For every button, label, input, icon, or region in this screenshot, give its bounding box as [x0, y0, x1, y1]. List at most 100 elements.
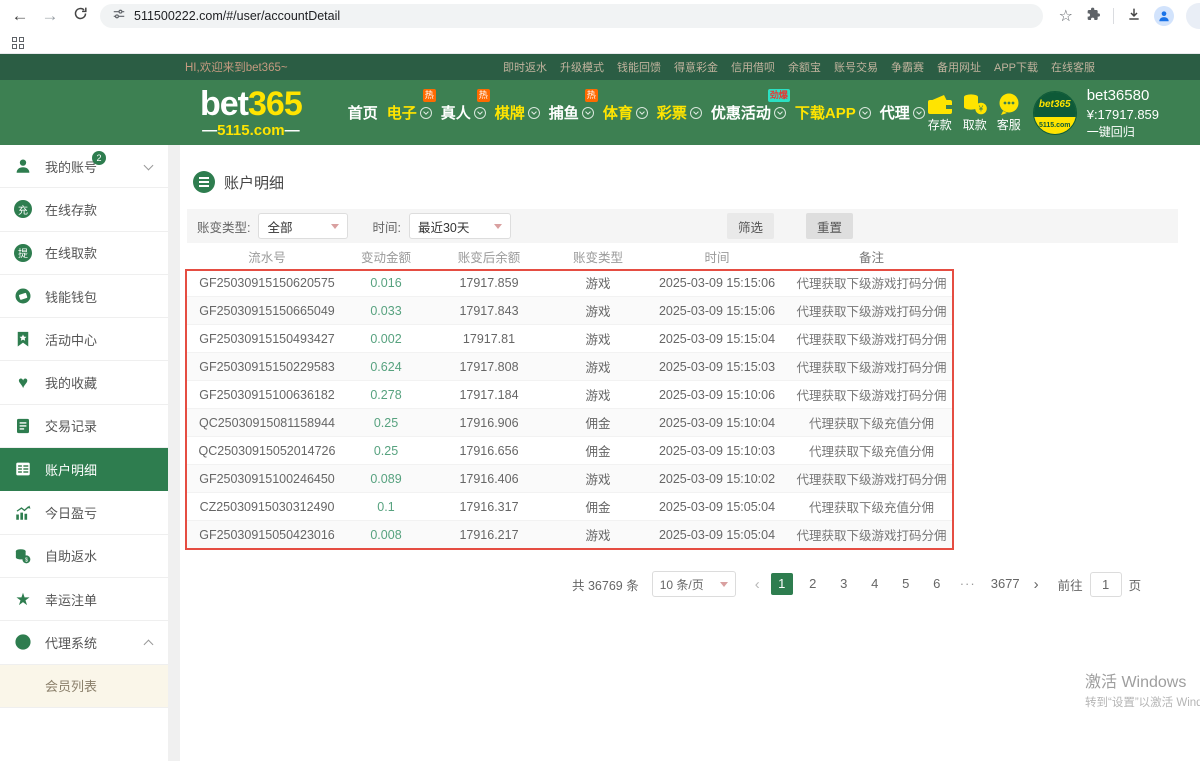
sidebar-item-member-list[interactable]: 会员列表 — [0, 665, 168, 708]
page-button[interactable]: 1 — [771, 573, 793, 595]
table-row[interactable]: GF250309151506650490.03317917.843游戏2025-… — [187, 297, 952, 325]
table-row[interactable]: GF250309150504230160.00817916.217游戏2025-… — [187, 521, 952, 549]
topbar-link[interactable]: 备用网址 — [937, 59, 981, 75]
sidebar-item-lucky-bets[interactable]: ★幸运注单 — [0, 578, 168, 621]
topbar-link[interactable]: 钱能回馈 — [617, 59, 661, 75]
nav-item-slots[interactable]: 热电子 — [385, 98, 434, 127]
goto-page-input[interactable] — [1090, 572, 1122, 597]
table-row[interactable]: GF250309151006361820.27817917.184游戏2025-… — [187, 381, 952, 409]
column-header: 账变类型 — [553, 247, 643, 266]
chevron-down-icon — [474, 107, 486, 119]
site-logo[interactable]: bet365 —5115.com— — [200, 87, 302, 138]
sidebar-item-my-favorites[interactable]: ♥我的收藏 — [0, 361, 168, 404]
forward-icon[interactable]: → — [40, 6, 60, 26]
nav-item-home[interactable]: 首页 — [346, 98, 380, 127]
nav-item-label: 电子 — [387, 102, 417, 123]
topbar-link[interactable]: 余额宝 — [788, 59, 821, 75]
back-icon[interactable]: ← — [10, 6, 30, 26]
topbar-link[interactable]: 信用借呗 — [731, 59, 775, 75]
page-button[interactable]: 3677 — [988, 573, 1023, 595]
per-page-select[interactable]: 10 条/页 — [652, 571, 736, 597]
activity-icon — [14, 330, 32, 348]
topbar-link[interactable]: 争霸赛 — [891, 59, 924, 75]
cell-time: 2025-03-09 15:05:04 — [643, 528, 791, 542]
table-row[interactable]: GF250309151504934270.00217917.81游戏2025-0… — [187, 325, 952, 353]
filter-button[interactable]: 筛选 — [727, 213, 774, 239]
page-button[interactable]: 3 — [833, 573, 855, 595]
site-header: bet365 —5115.com— 首页热电子热真人棋牌热捕鱼体育彩票 劲爆优惠活… — [0, 80, 1200, 145]
nav-item-label: 彩票 — [657, 102, 687, 123]
main-nav: 首页热电子热真人棋牌热捕鱼体育彩票 劲爆优惠活动下载APP 代理 — [346, 98, 927, 127]
next-page-icon[interactable]: › — [1032, 576, 1041, 593]
cell-remark: 代理获取下级游戏打码分佣 — [791, 273, 952, 292]
quick-service-button[interactable]: 客服 — [997, 93, 1021, 133]
pagination: 共 36769 条 10 条/页 ‹ 123456···3677 › 前往 页 — [572, 571, 1200, 597]
extensions-icon[interactable] — [1085, 6, 1101, 27]
sidebar-item-transaction-records[interactable]: 交易记录 — [0, 405, 168, 448]
cell-remark: 代理获取下级游戏打码分佣 — [791, 301, 952, 320]
nav-item-chess[interactable]: 棋牌 — [493, 98, 542, 127]
table-row[interactable]: GF250309151002464500.08917916.406游戏2025-… — [187, 465, 952, 493]
table-row[interactable]: GF250309151506205750.01617917.859游戏2025-… — [187, 269, 952, 297]
page-button[interactable]: 4 — [864, 573, 886, 595]
topbar-link[interactable]: 升级模式 — [560, 59, 604, 75]
nav-item-fishing[interactable]: 热捕鱼 — [547, 98, 596, 127]
sidebar-item-account-detail[interactable]: 账户明细 — [0, 448, 168, 491]
prev-page-icon[interactable]: ‹ — [753, 576, 762, 593]
topbar-link[interactable]: APP下载 — [994, 59, 1038, 75]
page-button[interactable]: 6 — [926, 573, 948, 595]
table-row[interactable]: QC250309150811589440.2517916.906佣金2025-0… — [187, 409, 952, 437]
page-button[interactable]: 5 — [895, 573, 917, 595]
type-filter-select[interactable]: 全部 — [258, 213, 348, 239]
sidebar-item-agent-system[interactable]: 代理系统 — [0, 621, 168, 664]
topbar-link[interactable]: 在线客服 — [1051, 59, 1095, 75]
sidebar-scrollbar[interactable] — [168, 145, 180, 761]
one-key-return-link[interactable]: 一键回归 — [1087, 124, 1159, 141]
sidebar-item-today-pnl[interactable]: 今日盈亏 — [0, 491, 168, 534]
table-row[interactable]: GF250309151502295830.62417917.808游戏2025-… — [187, 353, 952, 381]
sidebar-item-online-withdraw[interactable]: 提在线取款 — [0, 232, 168, 275]
notification-badge: 2 — [92, 151, 106, 165]
site-settings-icon[interactable] — [112, 7, 126, 26]
reload-icon[interactable] — [70, 6, 90, 26]
topbar-link[interactable]: 得意彩金 — [674, 59, 718, 75]
time-filter-select[interactable]: 最近30天 — [409, 213, 511, 239]
cell-balance: 17916.906 — [425, 416, 553, 430]
bookmark-star-icon[interactable]: ☆ — [1059, 6, 1073, 26]
profile-avatar[interactable] — [1154, 6, 1174, 26]
quick-withdraw-button[interactable]: ¥取款 — [962, 93, 988, 133]
deposit-icon: 充 — [14, 200, 32, 218]
quick-deposit-button[interactable]: 存款 — [927, 93, 953, 133]
main-content: 账户明细 账变类型: 全部 时间: 最近30天 筛选 重置 流水号变动金额账变后… — [180, 145, 1200, 761]
page-button[interactable]: ··· — [957, 573, 979, 595]
nav-item-live[interactable]: 热真人 — [439, 98, 488, 127]
downloads-icon[interactable] — [1126, 6, 1142, 27]
browser-menu-pill[interactable] — [1186, 3, 1200, 29]
table-icon — [14, 460, 32, 478]
nav-item-label: 代理 — [880, 102, 910, 123]
reset-button[interactable]: 重置 — [806, 213, 853, 239]
nav-item-promotions[interactable]: 劲爆优惠活动 — [709, 98, 788, 127]
table-row[interactable]: QC250309150520147260.2517916.656佣金2025-0… — [187, 437, 952, 465]
sidebar-item-qianneng-wallet[interactable]: 钱能钱包 — [0, 275, 168, 318]
apps-grid-icon[interactable] — [12, 37, 24, 49]
nav-item-sports[interactable]: 体育 — [601, 98, 650, 127]
nav-item-lottery[interactable]: 彩票 — [655, 98, 704, 127]
nav-item-download-app[interactable]: 下载APP — [793, 98, 873, 127]
sidebar-item-my-account[interactable]: 我的账号2 — [0, 145, 168, 188]
cell-remark: 代理获取下级游戏打码分佣 — [791, 329, 952, 348]
chevron-down-icon — [690, 107, 702, 119]
topbar-link[interactable]: 即时返水 — [503, 59, 547, 75]
sidebar-item-self-rebate[interactable]: $自助返水 — [0, 535, 168, 578]
cell-balance: 17917.184 — [425, 388, 553, 402]
table-row[interactable]: CZ250309150303124900.117916.317佣金2025-03… — [187, 493, 952, 521]
page-button[interactable]: 2 — [802, 573, 824, 595]
sidebar-item-activity-center[interactable]: 活动中心 — [0, 318, 168, 361]
nav-item-agent[interactable]: 代理 — [878, 98, 927, 127]
nav-item-label: 首页 — [348, 102, 378, 123]
chevron-down-icon — [420, 107, 432, 119]
cell-type: 游戏 — [553, 301, 643, 320]
address-bar[interactable]: 511500222.com/#/user/accountDetail — [100, 4, 1043, 28]
topbar-link[interactable]: 账号交易 — [834, 59, 878, 75]
sidebar-item-online-deposit[interactable]: 充在线存款 — [0, 188, 168, 231]
